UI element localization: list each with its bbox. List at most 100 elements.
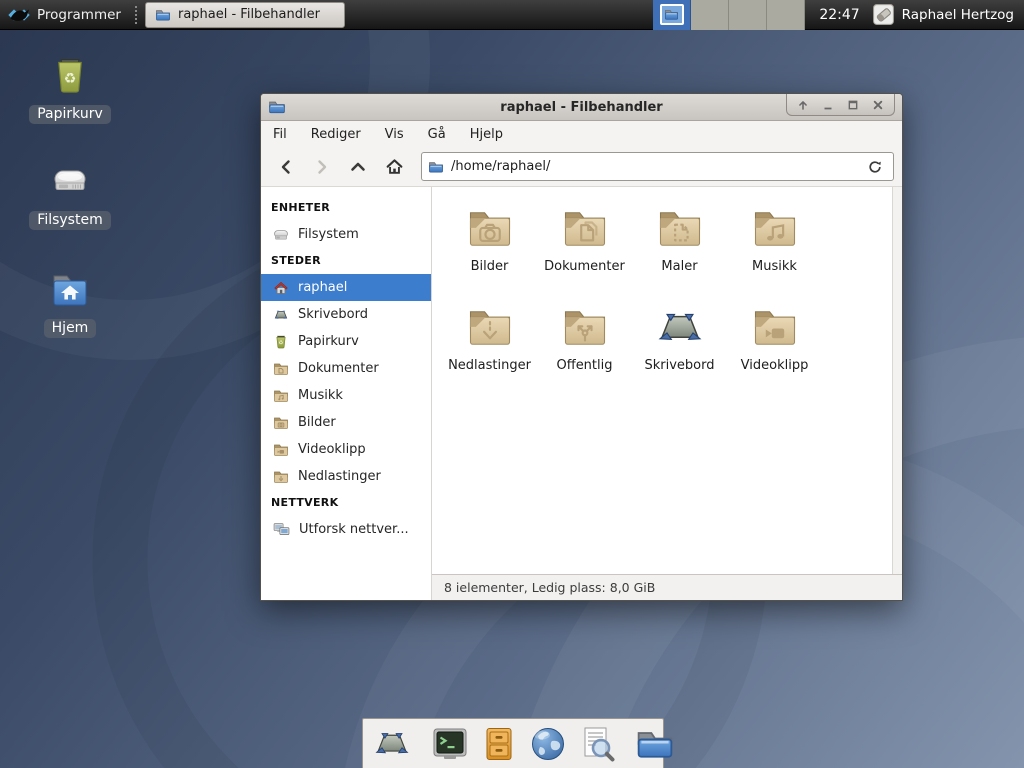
path-folder-icon <box>428 159 444 175</box>
taskbar-button-label: raphael - Filbehandler <box>178 7 320 22</box>
desktop-icon-label: Filsystem <box>29 211 110 230</box>
applications-menu-label: Programmer <box>37 7 121 23</box>
desktop-icon-filsystem[interactable]: Filsystem <box>22 158 118 230</box>
network-icon <box>273 521 290 538</box>
taskbar-button-filbehandler[interactable]: raphael - Filbehandler <box>145 2 345 28</box>
search-icon <box>577 724 617 764</box>
file-manager-icon <box>635 724 675 764</box>
sidebar-header-steder: STEDER <box>261 248 431 274</box>
desktop-icon-label: Hjem <box>44 319 97 338</box>
toolbar: /home/raphael/ <box>261 147 902 187</box>
up-button[interactable] <box>341 152 375 182</box>
window-content: ENHETER Filsystem STEDER raphael Skriveb… <box>261 187 902 600</box>
sidebar-header-nettverk: NETTVERK <box>261 490 431 516</box>
harddrive-icon <box>45 158 95 206</box>
folder-downloads-icon <box>464 302 516 354</box>
window-buttons <box>786 94 895 116</box>
menu-vis[interactable]: Vis <box>385 127 404 142</box>
sidebar-item-dokumenter[interactable]: Dokumenter <box>261 355 431 382</box>
sidebar-item-bilder[interactable]: Bilder <box>261 409 431 436</box>
folder-videos-icon <box>749 302 801 354</box>
dock <box>362 718 664 768</box>
reload-button[interactable] <box>863 155 887 179</box>
workspace-switcher <box>653 0 805 30</box>
folder-templates-icon <box>654 203 706 255</box>
applications-menu[interactable]: Programmer <box>0 0 131 30</box>
show-desktop-icon <box>372 724 412 764</box>
home-folder-icon <box>45 266 95 314</box>
minimize-button[interactable] <box>818 96 838 114</box>
menu-bar: Fil Rediger Vis Gå Hjelp <box>261 121 902 147</box>
dock-file-cabinet-button[interactable] <box>479 723 519 765</box>
sidebar-item-filsystem[interactable]: Filsystem <box>261 221 431 248</box>
kali-logo-icon <box>8 4 30 26</box>
file-videoklipp[interactable]: Videoklipp <box>727 302 822 401</box>
home-button[interactable] <box>377 152 411 182</box>
sidebar-item-videoklipp[interactable]: Videoklipp <box>261 436 431 463</box>
titlebar[interactable]: raphael - Filbehandler <box>261 94 902 121</box>
path-text[interactable]: /home/raphael/ <box>451 159 856 174</box>
folder-public-icon <box>559 302 611 354</box>
status-text: 8 ielementer, Ledig plass: 8,0 GiB <box>444 580 655 595</box>
desktop-icon <box>273 307 289 323</box>
sidebar-item-raphael[interactable]: raphael <box>261 274 431 301</box>
desktop-icon-hjem[interactable]: Hjem <box>22 266 118 338</box>
file-skrivebord[interactable]: Skrivebord <box>632 302 727 401</box>
file-maler[interactable]: Maler <box>632 203 727 302</box>
desktop-icon-label: Papirkurv <box>29 105 111 124</box>
mini-window-icon <box>660 4 684 25</box>
forward-button[interactable] <box>305 152 339 182</box>
file-dokumenter[interactable]: Dokumenter <box>537 203 632 302</box>
dock-file-manager-button[interactable] <box>635 723 675 765</box>
back-button[interactable] <box>269 152 303 182</box>
folder-documents-icon <box>273 361 289 377</box>
menu-rediger[interactable]: Rediger <box>311 127 361 142</box>
sidebar-item-nedlastinger[interactable]: Nedlastinger <box>261 463 431 490</box>
menu-hjelp[interactable]: Hjelp <box>470 127 503 142</box>
desktop-icon <box>654 302 706 354</box>
file-bilder[interactable]: Bilder <box>442 203 537 302</box>
dock-search-button[interactable] <box>577 723 617 765</box>
dock-terminal-button[interactable] <box>430 723 470 765</box>
file-manager-window: raphael - Filbehandler Fil Rediger Vis <box>260 93 903 601</box>
file-offentlig[interactable]: Offentlig <box>537 302 632 401</box>
path-bar[interactable]: /home/raphael/ <box>421 152 894 181</box>
file-musikk[interactable]: Musikk <box>727 203 822 302</box>
trash-icon <box>45 52 95 100</box>
sidebar-item-nettverk[interactable]: Utforsk nettver... <box>261 516 431 543</box>
status-bar: 8 ielementer, Ledig plass: 8,0 GiB <box>432 574 902 600</box>
folder-icon <box>155 7 171 23</box>
folder-documents-icon <box>559 203 611 255</box>
folder-music-icon <box>273 388 289 404</box>
workspace-4[interactable] <box>767 0 805 30</box>
maximize-button[interactable] <box>843 96 863 114</box>
workspace-2[interactable] <box>691 0 729 30</box>
dock-web-browser-button[interactable] <box>528 723 568 765</box>
folder-downloads-icon <box>273 469 289 485</box>
user-menu[interactable]: Raphael Hertzog <box>872 3 1024 26</box>
shade-button[interactable] <box>793 96 813 114</box>
home-icon <box>273 280 289 296</box>
web-browser-icon <box>528 724 568 764</box>
folder-videos-icon <box>273 442 289 458</box>
scrollbar[interactable] <box>892 187 902 574</box>
clock[interactable]: 22:47 <box>819 7 859 23</box>
sidebar-item-musikk[interactable]: Musikk <box>261 382 431 409</box>
eraser-icon <box>872 3 895 26</box>
workspace-3[interactable] <box>729 0 767 30</box>
terminal-icon <box>430 724 470 764</box>
desktop-icon-papirkurv[interactable]: Papirkurv <box>22 52 118 124</box>
dock-show-desktop-button[interactable] <box>372 723 412 765</box>
user-name: Raphael Hertzog <box>902 7 1014 23</box>
workspace-1[interactable] <box>653 0 691 30</box>
menu-ga[interactable]: Gå <box>428 127 446 142</box>
file-nedlastinger[interactable]: Nedlastinger <box>442 302 537 401</box>
file-cabinet-icon <box>479 724 519 764</box>
sidebar: ENHETER Filsystem STEDER raphael Skriveb… <box>261 187 432 600</box>
sidebar-item-papirkurv[interactable]: Papirkurv <box>261 328 431 355</box>
folder-images-icon <box>273 415 289 431</box>
menu-fil[interactable]: Fil <box>273 127 287 142</box>
close-button[interactable] <box>868 96 888 114</box>
folder-images-icon <box>464 203 516 255</box>
sidebar-item-skrivebord[interactable]: Skrivebord <box>261 301 431 328</box>
